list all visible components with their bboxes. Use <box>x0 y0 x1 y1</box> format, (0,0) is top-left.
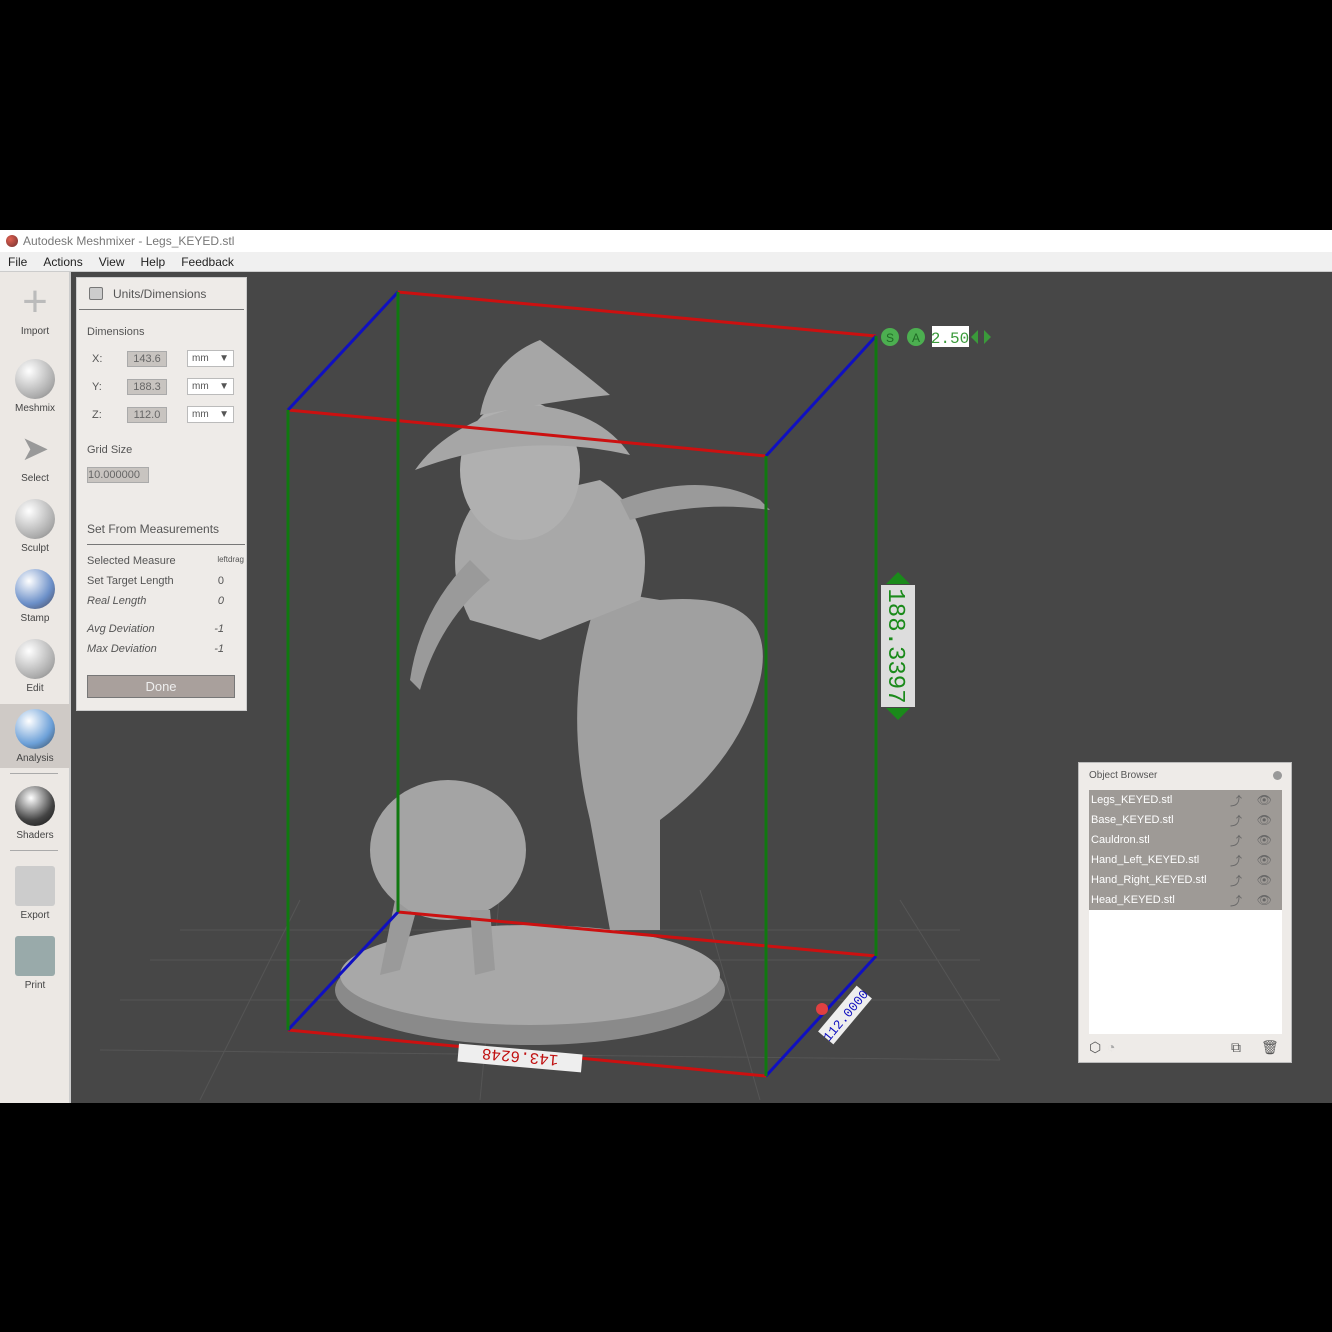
measure-row: Max Deviation -1 <box>87 643 224 655</box>
object-browser-title: Object Browser <box>1089 770 1158 781</box>
model-cauldron <box>370 780 526 920</box>
dim-z-field[interactable]: 112.0 <box>127 406 167 423</box>
eye-icon[interactable]: 👁 <box>1257 833 1272 847</box>
export-button[interactable]: Export <box>0 866 70 921</box>
measure-row: Real Length 0 <box>87 595 224 607</box>
close-icon[interactable] <box>1273 771 1282 780</box>
pie-icon[interactable]: ◔ <box>1107 1039 1115 1055</box>
pivot-icon: ⤴ <box>1229 873 1242 888</box>
stamp-icon <box>15 569 55 609</box>
plus-icon: + <box>22 277 48 326</box>
select-button[interactable]: ➤ Select <box>0 429 70 484</box>
eye-icon[interactable]: 👁 <box>1257 813 1272 827</box>
grid-size-label: Grid Size <box>87 444 133 456</box>
dimensions-label: Dimensions <box>87 326 145 338</box>
snap-label: S <box>886 331 894 345</box>
set-from-measurements-title: Set From Measurements <box>87 522 245 545</box>
menu-actions[interactable]: Actions <box>43 255 82 269</box>
units-dimensions-panel: Units/Dimensions Dimensions X: 143.6 mm ▼ Y… <box>76 277 247 711</box>
object-list: Legs_KEYED.stl ⤴ 👁 Base_KEYED.stl ⤴ 👁 Cauldr… <box>1089 790 1282 1034</box>
shaders-button[interactable]: Shaders <box>0 786 70 841</box>
list-item[interactable]: Base_KEYED.stl ⤴ 👁 <box>1089 810 1282 830</box>
measure-row: Selected Measure leftdrag <box>87 555 244 567</box>
list-item[interactable]: Legs_KEYED.stl ⤴ 👁 <box>1089 790 1282 810</box>
width-label[interactable]: 143.6248 <box>457 1042 583 1073</box>
dim-row-x: X: 143.6 mm ▼ <box>87 350 234 367</box>
title-bar: Autodesk Meshmixer - Legs_KEYED.stl <box>0 230 1332 252</box>
left-toolbar: + Import Meshmix ➤ Select Sculpt Stamp Edi… <box>0 272 71 1103</box>
height-label[interactable]: 188.3397 <box>881 572 915 720</box>
done-button[interactable]: Done <box>87 675 235 698</box>
panel-title: Units/Dimensions <box>113 286 207 301</box>
menu-bar: File Actions View Help Feedback <box>0 252 1332 272</box>
menu-help[interactable]: Help <box>141 255 166 269</box>
panel-icon <box>89 287 103 300</box>
window-title: Autodesk Meshmixer - Legs_KEYED.stl <box>23 234 235 248</box>
pivot-icon: ⤴ <box>1229 893 1242 908</box>
menu-view[interactable]: View <box>99 255 125 269</box>
meshmix-button[interactable]: Meshmix <box>0 359 70 414</box>
eye-icon[interactable]: 👁 <box>1257 893 1272 907</box>
depth-label[interactable]: 112.0000 <box>817 985 872 1046</box>
measure-row: Set Target Length 0 <box>87 575 244 587</box>
pivot-icon: ⤴ <box>1229 813 1242 828</box>
printer-icon <box>15 936 55 976</box>
select-arrow-icon: ➤ <box>20 430 50 468</box>
print-button[interactable]: Print <box>0 936 70 991</box>
toolbar-divider <box>10 773 58 774</box>
sculpt-button[interactable]: Sculpt <box>0 499 70 554</box>
step-value: 2.50 <box>931 330 969 348</box>
list-item[interactable]: Hand_Right_KEYED.stl ⤴ 👁 <box>1089 870 1282 890</box>
pivot-icon: ⤴ <box>1229 793 1242 808</box>
chevron-down-icon: ▼ <box>219 353 229 364</box>
depth-value: 112.0000 <box>820 987 872 1044</box>
pivot-marker[interactable] <box>816 1003 828 1015</box>
edit-button[interactable]: Edit <box>0 639 70 694</box>
measure-row: Avg Deviation -1 <box>87 623 224 635</box>
cube-icon[interactable]: ⬡ <box>1089 1039 1101 1056</box>
menu-feedback[interactable]: Feedback <box>181 255 234 269</box>
target-length-field[interactable]: 0 <box>218 575 244 587</box>
menu-file[interactable]: File <box>8 255 27 269</box>
list-item[interactable]: Cauldron.stl ⤴ 👁 <box>1089 830 1282 850</box>
duplicate-icon[interactable]: ⧉ <box>1231 1039 1241 1056</box>
meshmix-icon <box>15 359 55 399</box>
object-browser: Object Browser Legs_KEYED.stl ⤴ 👁 Base_KEY… <box>1078 762 1292 1063</box>
shader-sphere-icon <box>15 786 55 826</box>
import-button[interactable]: + Import <box>0 277 70 338</box>
selected-measure-value[interactable]: leftdrag <box>217 555 244 567</box>
height-value: 188.3397 <box>881 588 908 703</box>
model-legs <box>577 590 763 930</box>
eye-icon[interactable]: 👁 <box>1257 873 1272 887</box>
chevron-down-icon: ▼ <box>219 409 229 420</box>
app-logo-icon <box>6 235 18 247</box>
export-icon <box>15 866 55 906</box>
list-item[interactable]: Head_KEYED.stl ⤴ 👁 <box>1089 890 1282 910</box>
edit-icon <box>15 639 55 679</box>
step-arrows-icon[interactable] <box>971 330 991 344</box>
list-item[interactable]: Hand_Left_KEYED.stl ⤴ 👁 <box>1089 850 1282 870</box>
dim-row-z: Z: 112.0 mm ▼ <box>87 406 234 423</box>
align-label: A <box>912 331 920 345</box>
toolbar-divider <box>10 850 58 851</box>
eye-icon[interactable]: 👁 <box>1257 853 1272 867</box>
dim-x-unit-select[interactable]: mm ▼ <box>187 350 234 367</box>
pivot-icon: ⤴ <box>1229 853 1242 868</box>
dim-row-y: Y: 188.3 mm ▼ <box>87 378 234 395</box>
dim-x-field[interactable]: 143.6 <box>127 350 167 367</box>
dim-y-unit-select[interactable]: mm ▼ <box>187 378 234 395</box>
analysis-button[interactable]: Analysis <box>0 704 70 768</box>
pivot-icon: ⤴ <box>1229 833 1242 848</box>
sculpt-brush-icon <box>15 499 55 539</box>
chevron-down-icon: ▼ <box>219 381 229 392</box>
dim-z-unit-select[interactable]: mm ▼ <box>187 406 234 423</box>
stamp-button[interactable]: Stamp <box>0 569 70 624</box>
eye-icon[interactable]: 👁 <box>1257 793 1272 807</box>
grid-size-field[interactable]: 10.000000 <box>87 467 149 483</box>
trash-icon[interactable]: 🗑 <box>1261 1039 1279 1056</box>
dim-y-field[interactable]: 188.3 <box>127 378 167 395</box>
snap-controls: S A 2.50 <box>881 326 991 348</box>
analysis-icon <box>15 709 55 749</box>
